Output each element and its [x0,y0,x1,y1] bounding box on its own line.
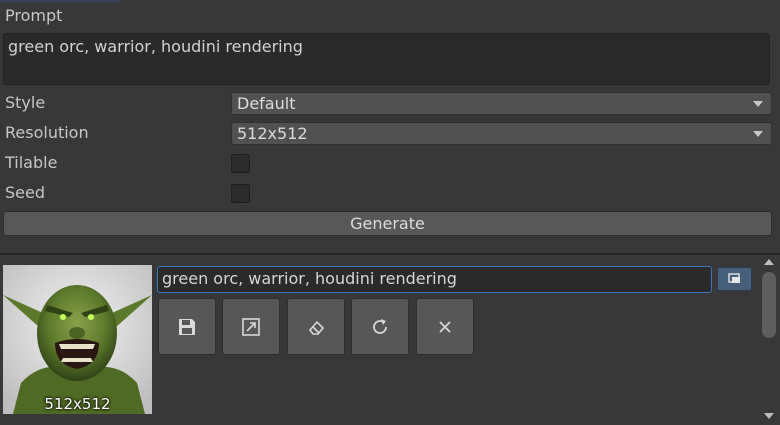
style-label: Style [5,93,46,112]
generated-image-thumbnail[interactable]: 512x512 [3,265,152,414]
chevron-down-icon [753,101,763,107]
scroll-down-arrow-icon[interactable] [764,413,774,419]
tilable-checkbox[interactable] [231,154,250,173]
result-prompt-field[interactable]: green orc, warrior, houdini rendering [157,266,712,293]
generate-button[interactable]: Generate [3,211,772,236]
orc-portrait-image [3,265,152,414]
copy-window-icon [728,273,740,283]
close-icon [439,320,451,333]
refresh-icon [373,318,387,334]
seed-checkbox[interactable] [231,184,250,203]
remove-button[interactable] [416,298,474,355]
prompt-textarea[interactable]: green orc, warrior, houdini rendering [3,33,770,85]
style-value: Default [237,94,296,113]
eraser-icon [308,320,325,335]
erase-button[interactable] [287,298,345,355]
upscale-button[interactable] [222,298,280,355]
resolution-label: Resolution [5,123,89,142]
seed-label: Seed [5,183,45,202]
floppy-disk-icon [179,318,195,335]
resolution-dropdown[interactable]: 512x512 [231,122,772,145]
thumbnail-resolution-caption: 512x512 [44,395,111,413]
resolution-value: 512x512 [237,124,308,143]
tilable-label: Tilable [5,153,58,172]
scroll-up-arrow-icon[interactable] [764,259,774,265]
copy-to-prompt-button[interactable] [717,267,752,291]
expand-arrow-icon [242,317,260,336]
style-dropdown[interactable]: Default [231,92,772,115]
scrollbar-thumb[interactable] [762,272,776,338]
save-button[interactable] [158,298,216,355]
top-accent-bar [0,0,120,3]
regenerate-button[interactable] [351,298,409,355]
chevron-down-icon [753,131,763,137]
prompt-label: Prompt [5,6,63,25]
